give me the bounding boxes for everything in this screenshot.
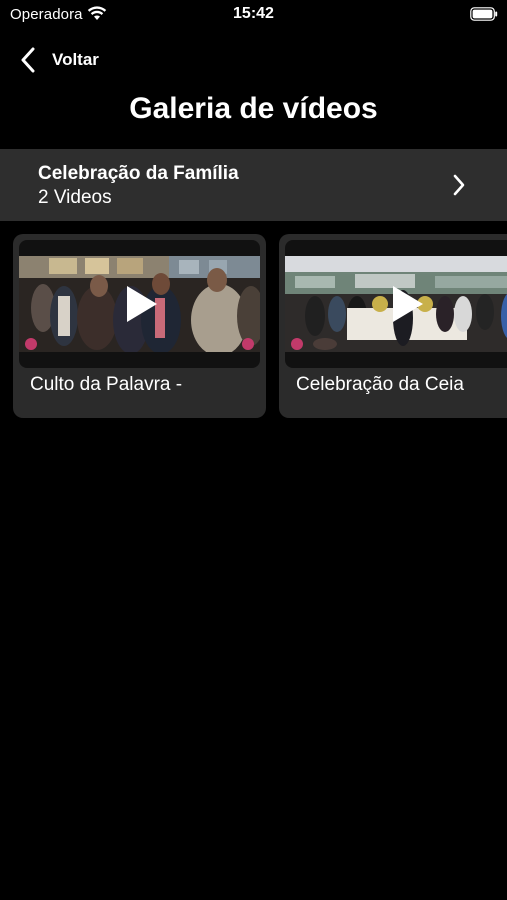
chevron-left-icon: [21, 47, 35, 73]
album-row[interactable]: Celebração da Família 2 Videos: [0, 149, 507, 221]
status-time: 15:42: [233, 5, 274, 22]
video-card[interactable]: Culto da Palavra -: [13, 234, 266, 418]
back-label: Voltar: [52, 50, 99, 69]
play-icon[interactable]: [125, 284, 159, 324]
album-title: Celebração da Família: [38, 163, 239, 184]
play-icon[interactable]: [391, 284, 425, 324]
battery-icon: [470, 7, 498, 21]
back-button[interactable]: Voltar: [20, 46, 99, 74]
video-list[interactable]: Culto da Palavra - Celebração da Ceia: [0, 234, 507, 420]
status-bar: Operadora 15:42: [0, 0, 507, 28]
chevron-right-icon: [453, 174, 465, 196]
album-video-count: 2 Videos: [38, 187, 112, 208]
video-thumbnail: [285, 240, 507, 368]
page-title: Galeria de vídeos: [129, 92, 378, 125]
video-title: Celebração da Ceia: [296, 374, 464, 395]
video-card[interactable]: Celebração da Ceia: [279, 234, 507, 418]
video-title: Culto da Palavra -: [30, 374, 183, 395]
video-thumbnail: [19, 240, 260, 368]
